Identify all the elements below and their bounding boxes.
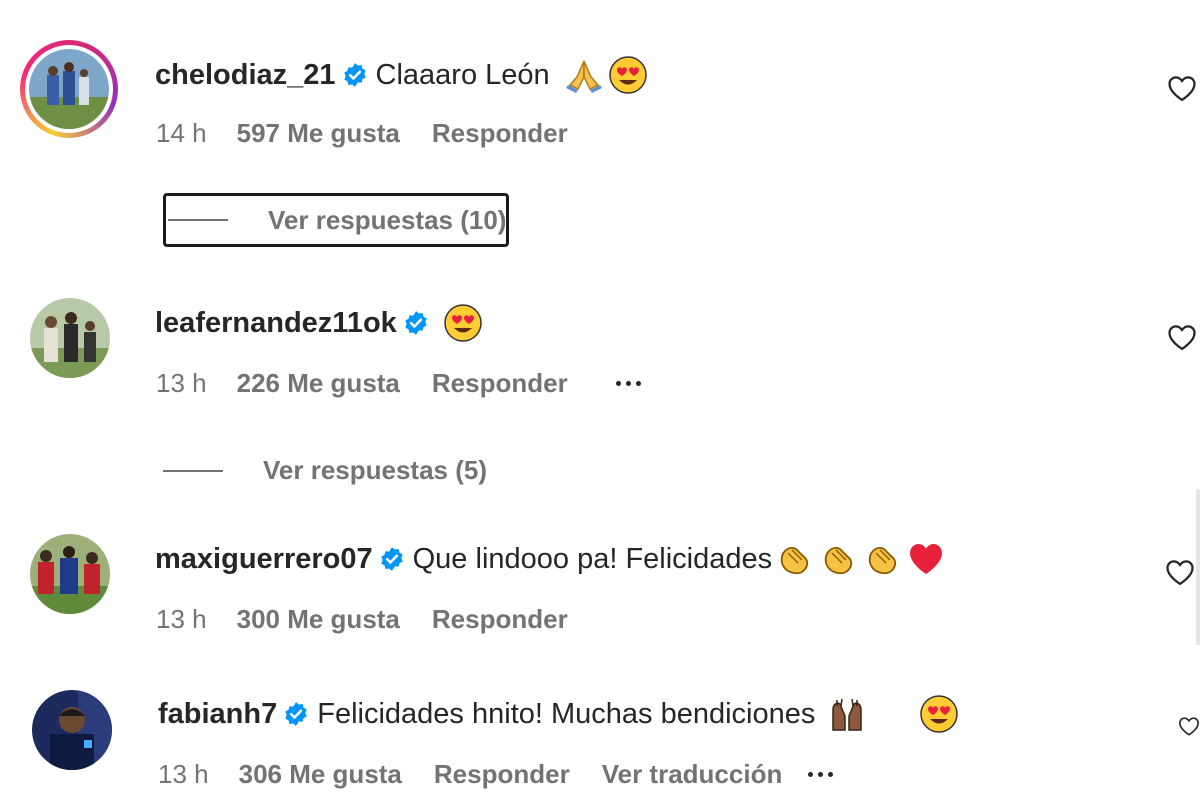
replies-divider bbox=[168, 219, 228, 221]
comment-time[interactable]: 13 h bbox=[156, 368, 207, 399]
reply-button[interactable]: Responder bbox=[432, 604, 568, 635]
avatar[interactable] bbox=[32, 690, 112, 770]
see-translation-button[interactable]: Ver traducción bbox=[602, 759, 783, 790]
heart-eyes-emoji bbox=[443, 303, 483, 343]
comment-meta: 14 h 597 Me gusta Responder bbox=[156, 118, 568, 149]
likes-count[interactable]: 226 Me gusta bbox=[237, 368, 400, 399]
reply-button[interactable]: Responder bbox=[432, 118, 568, 149]
avatar[interactable] bbox=[20, 40, 118, 138]
like-heart-icon[interactable] bbox=[1165, 558, 1195, 591]
clapping-hands-emoji bbox=[774, 539, 814, 579]
likes-count[interactable]: 597 Me gusta bbox=[237, 118, 400, 149]
verified-badge-icon bbox=[342, 62, 368, 88]
scrollbar[interactable] bbox=[1196, 490, 1200, 645]
heart-eyes-emoji bbox=[608, 55, 648, 95]
comment-time[interactable]: 14 h bbox=[156, 118, 207, 149]
view-replies-button[interactable]: Ver respuestas (10) bbox=[163, 193, 510, 247]
username[interactable]: fabianh7 bbox=[158, 698, 277, 731]
comment-line: maxiguerrero07 Que lindooo pa! Felicidad… bbox=[155, 539, 946, 579]
raising-hands-emoji bbox=[827, 694, 867, 734]
comment-text: Claaaro León bbox=[375, 58, 550, 91]
username[interactable]: chelodiaz_21 bbox=[155, 59, 336, 92]
verified-badge-icon bbox=[403, 310, 429, 336]
comment-line: fabianh7 Felicidades hnito! Muchas bendi… bbox=[158, 694, 959, 734]
clapping-hands-emoji bbox=[818, 539, 858, 579]
comment-time[interactable]: 13 h bbox=[158, 759, 209, 790]
comment-meta: 13 h 300 Me gusta Responder bbox=[156, 604, 568, 635]
comment-time[interactable]: 13 h bbox=[156, 604, 207, 635]
comment-meta: 13 h 306 Me gusta Responder Ver traducci… bbox=[158, 759, 834, 790]
reply-button[interactable]: Responder bbox=[432, 368, 568, 399]
like-heart-icon[interactable] bbox=[1178, 712, 1200, 745]
heart-eyes-emoji bbox=[919, 694, 959, 734]
comment-meta: 13 h 226 Me gusta Responder bbox=[156, 368, 641, 399]
view-replies-label: Ver respuestas (5) bbox=[263, 455, 488, 485]
comment-line: leafernandez11ok bbox=[155, 303, 483, 343]
view-replies-label: Ver respuestas (10) bbox=[268, 204, 507, 235]
comment-line: chelodiaz_21 Claaaro León bbox=[155, 55, 648, 95]
like-heart-icon[interactable] bbox=[1167, 74, 1197, 107]
replies-divider bbox=[163, 469, 223, 472]
comment-text: Felicidades hnito! Muchas bendiciones bbox=[317, 697, 816, 730]
likes-count[interactable]: 306 Me gusta bbox=[239, 759, 402, 790]
avatar[interactable] bbox=[30, 534, 110, 614]
avatar[interactable] bbox=[30, 298, 110, 378]
red-heart-emoji bbox=[906, 539, 946, 579]
username[interactable]: leafernandez11ok bbox=[155, 307, 397, 340]
more-options-icon[interactable] bbox=[615, 381, 641, 386]
verified-badge-icon bbox=[283, 701, 309, 727]
verified-badge-icon bbox=[379, 546, 405, 572]
view-replies-button[interactable]: Ver respuestas (5) bbox=[163, 455, 487, 486]
comment-text: Que lindooo pa! Felicidades bbox=[412, 542, 773, 575]
more-options-icon[interactable] bbox=[808, 772, 834, 777]
username[interactable]: maxiguerrero07 bbox=[155, 543, 373, 576]
clapping-hands-emoji bbox=[862, 539, 902, 579]
folded-hands-emoji bbox=[564, 55, 604, 95]
reply-button[interactable]: Responder bbox=[434, 759, 570, 790]
like-heart-icon[interactable] bbox=[1167, 323, 1197, 356]
likes-count[interactable]: 300 Me gusta bbox=[237, 604, 400, 635]
